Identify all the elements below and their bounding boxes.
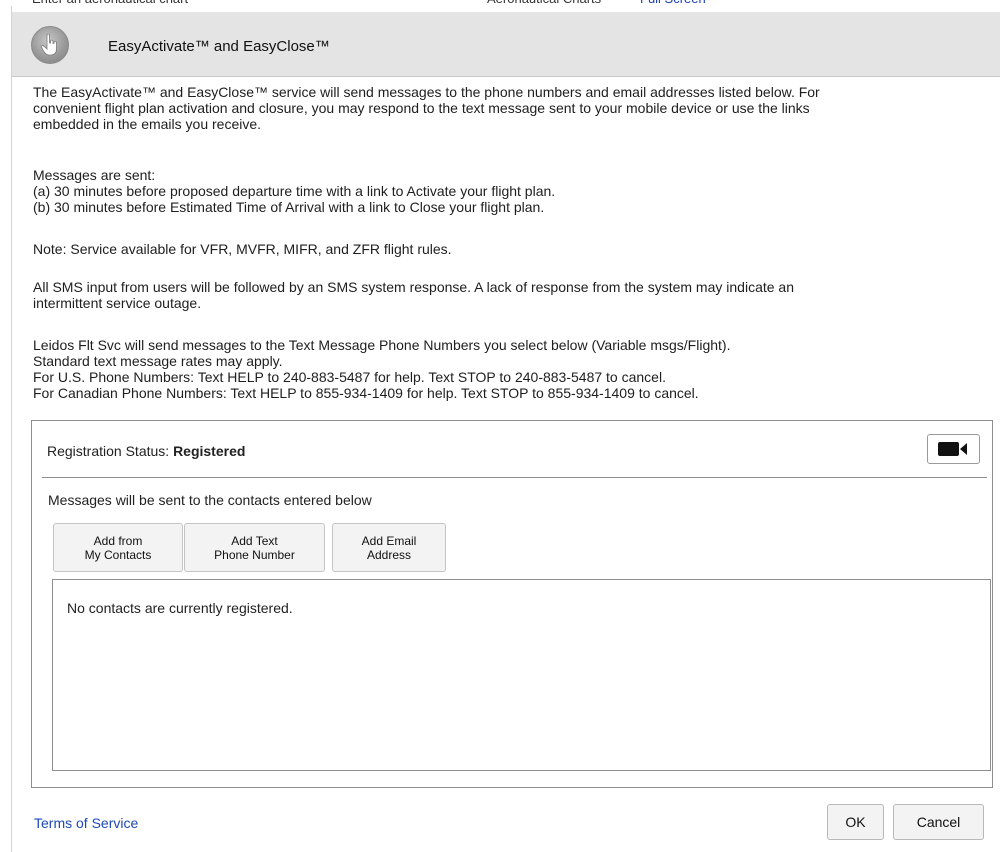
button-label-line: Add Text xyxy=(231,533,278,548)
leidos-line: Standard text message rates may apply. xyxy=(33,353,283,369)
pointer-hand-icon xyxy=(31,26,69,64)
registration-status-label: Registration Status: xyxy=(47,443,174,459)
dialog-header: EasyActivate™ and EasyClose™ xyxy=(12,12,1000,77)
leidos-line: Leidos Flt Svc will send messages to the… xyxy=(33,337,731,353)
no-contacts-message: No contacts are currently registered. xyxy=(67,600,293,616)
contacts-list: No contacts are currently registered. xyxy=(52,579,991,771)
cancel-button[interactable]: Cancel xyxy=(893,804,984,840)
video-camera-icon xyxy=(938,442,967,456)
panel-divider xyxy=(42,477,987,478)
messages-sent-note: Messages will be sent to the contacts en… xyxy=(48,492,372,508)
sms-line: All SMS input from users will be followe… xyxy=(33,279,794,295)
note-paragraph: Note: Service available for VFR, MVFR, M… xyxy=(33,241,981,257)
messages-paragraph: Messages are sent: (a) 30 minutes before… xyxy=(33,167,981,215)
sms-line: intermittent service outage. xyxy=(33,295,202,311)
button-label-line: My Contacts xyxy=(84,547,152,562)
terms-of-service-link[interactable]: Terms of Service xyxy=(34,815,138,831)
intro-line: convenient flight plan activation and cl… xyxy=(33,100,810,116)
intro-paragraph: The EasyActivate™ and EasyClose™ service… xyxy=(33,84,981,132)
easyactivate-dialog: EasyActivate™ and EasyClose™ The EasyAct… xyxy=(11,6,1000,852)
messages-line: (a) 30 minutes before proposed departure… xyxy=(33,183,556,199)
intro-line: embedded in the emails you receive. xyxy=(33,116,262,132)
registration-panel: Registration Status: Registered Messages… xyxy=(31,420,993,788)
leidos-paragraph: Leidos Flt Svc will send messages to the… xyxy=(33,337,981,401)
registration-status-value: Registered xyxy=(173,443,246,459)
video-tutorial-button[interactable] xyxy=(927,434,980,464)
note-line: Note: Service available for VFR, MVFR, M… xyxy=(33,241,452,257)
registration-status: Registration Status: Registered xyxy=(47,443,245,459)
button-label-line: Phone Number xyxy=(214,547,295,562)
button-label-line: Address xyxy=(366,547,412,562)
leidos-line: For Canadian Phone Numbers: Text HELP to… xyxy=(33,385,699,401)
button-label-line: Add Email xyxy=(361,533,417,548)
add-text-phone-button[interactable]: Add Text Phone Number xyxy=(184,523,325,572)
ok-button[interactable]: OK xyxy=(827,804,884,840)
leidos-line: For U.S. Phone Numbers: Text HELP to 240… xyxy=(33,369,666,385)
messages-line: Messages are sent: xyxy=(33,167,156,183)
messages-line: (b) 30 minutes before Estimated Time of … xyxy=(33,199,545,215)
add-from-contacts-button[interactable]: Add from My Contacts xyxy=(53,523,183,572)
sms-paragraph: All SMS input from users will be followe… xyxy=(33,279,981,311)
button-label-line: Add from xyxy=(93,533,143,548)
intro-line: The EasyActivate™ and EasyClose™ service… xyxy=(33,84,820,100)
add-email-button[interactable]: Add Email Address xyxy=(332,523,446,572)
dialog-title: EasyActivate™ and EasyClose™ xyxy=(108,38,330,55)
